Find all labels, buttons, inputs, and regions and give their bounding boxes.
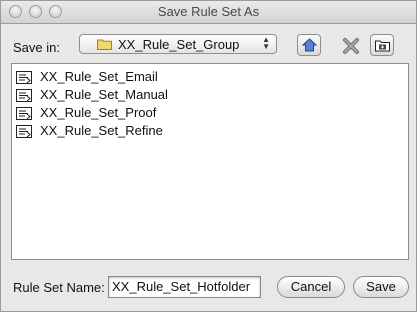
file-name: XX_Rule_Set_Refine — [40, 123, 163, 138]
delete-button[interactable] — [338, 34, 362, 56]
rule-set-file-icon — [16, 89, 32, 102]
new-folder-button[interactable] — [370, 34, 394, 56]
save-in-label: Save in: — [13, 40, 60, 55]
folder-icon — [97, 39, 112, 50]
home-icon — [301, 38, 318, 52]
title-bar[interactable]: Save Rule Set As — [1, 1, 416, 24]
file-name: XX_Rule_Set_Manual — [40, 87, 168, 102]
file-name: XX_Rule_Set_Email — [40, 69, 158, 84]
file-name: XX_Rule_Set_Proof — [40, 105, 157, 120]
delete-icon — [343, 38, 359, 54]
list-item[interactable]: XX_Rule_Set_Proof — [16, 104, 396, 122]
rule-set-file-icon — [16, 107, 32, 120]
rule-set-file-icon — [16, 125, 32, 138]
rule-set-name-label: Rule Set Name: — [13, 280, 105, 295]
save-dialog: Save Rule Set As Save in: XX_Rule_Set_Gr… — [0, 0, 417, 312]
save-button[interactable]: Save — [353, 276, 409, 298]
chevron-up-down-icon: ▲ ▼ — [262, 35, 270, 51]
file-list[interactable]: XX_Rule_Set_Email XX_Rule_Set_Manual XX_… — [11, 63, 409, 260]
selected-folder-name: XX_Rule_Set_Group — [118, 37, 240, 52]
new-folder-icon — [375, 40, 390, 52]
list-item[interactable]: XX_Rule_Set_Email — [16, 68, 396, 86]
cancel-button[interactable]: Cancel — [277, 276, 345, 298]
save-in-folder-select[interactable]: XX_Rule_Set_Group ▲ ▼ — [79, 34, 277, 54]
list-item[interactable]: XX_Rule_Set_Refine — [16, 122, 396, 140]
home-button[interactable] — [297, 34, 321, 56]
rule-set-file-icon — [16, 71, 32, 84]
window-title: Save Rule Set As — [157, 4, 260, 19]
list-item[interactable]: XX_Rule_Set_Manual — [16, 86, 396, 104]
rule-set-name-input[interactable]: XX_Rule_Set_Hotfolder — [108, 276, 261, 298]
